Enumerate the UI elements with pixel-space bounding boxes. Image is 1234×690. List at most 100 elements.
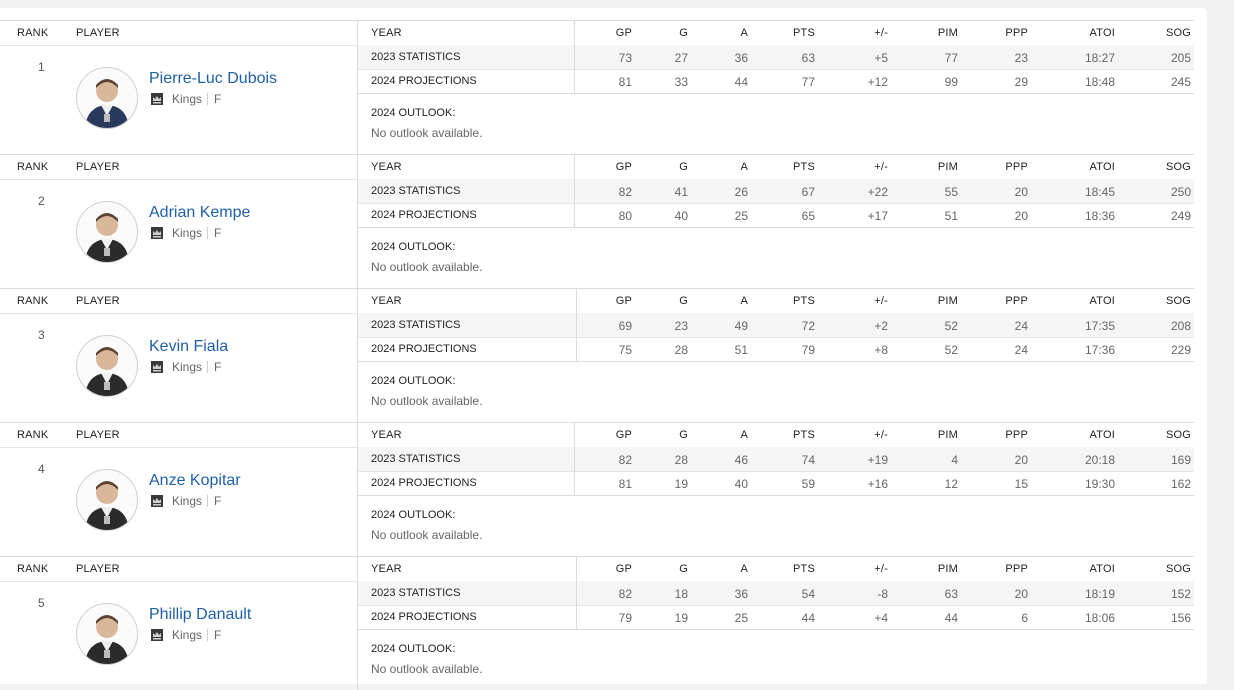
- stat-value: 82: [618, 587, 632, 601]
- stats-header-row: YEAR GP G A PTS +/- PIM PPP ATOI SOG: [358, 154, 1194, 180]
- stat-header: +/-: [874, 429, 888, 441]
- stat-value: 54: [801, 587, 815, 601]
- stat-value: 49: [734, 319, 748, 333]
- stat-value: +22: [867, 185, 888, 199]
- stat-value: 18:36: [1084, 209, 1115, 223]
- stat-value: 33: [674, 75, 688, 89]
- stats-header-row: YEAR GP G A PTS +/- PIM PPP ATOI SOG: [358, 20, 1194, 46]
- stat-header: SOG: [1165, 27, 1191, 39]
- player-headshot-icon[interactable]: [76, 201, 138, 263]
- scrollbar-track[interactable]: [1208, 8, 1234, 684]
- player-headshot-icon[interactable]: [76, 469, 138, 531]
- stat-value: 20: [1014, 209, 1028, 223]
- stat-header: GP: [615, 295, 632, 307]
- stat-header: PPP: [1005, 27, 1028, 39]
- player-name-link[interactable]: Adrian Kempe: [149, 204, 250, 222]
- team-name: Kings: [172, 494, 203, 508]
- stat-value: 59: [801, 477, 815, 491]
- stat-value: 20: [1014, 453, 1028, 467]
- stat-value: 205: [1170, 51, 1191, 65]
- position: F: [214, 494, 222, 508]
- divider: [207, 227, 208, 239]
- position: F: [214, 360, 222, 374]
- player-headshot-icon[interactable]: [76, 603, 138, 665]
- stats-table: YEAR GP G A PTS +/- PIM PPP ATOI SOG 2023 STATISTI…: [358, 20, 1194, 154]
- rank-value: 1: [38, 60, 45, 74]
- stat-value: 51: [734, 343, 748, 357]
- stat-value: 18: [674, 587, 688, 601]
- stat-header: PTS: [793, 27, 815, 39]
- stat-value: 73: [618, 51, 632, 65]
- stat-row-label: 2024 PROJECTIONS: [371, 343, 477, 355]
- outlook-label: 2024 OUTLOOK:: [371, 375, 456, 387]
- stat-value: 81: [618, 477, 632, 491]
- player-name-link[interactable]: Pierre-Luc Dubois: [149, 70, 277, 88]
- stat-header: PIM: [937, 295, 958, 307]
- stat-value: -8: [877, 587, 888, 601]
- player-name-link[interactable]: Phillip Danault: [149, 606, 251, 624]
- stat-header: A: [740, 563, 748, 575]
- stat-row: 2023 STATISTICS 82 41 26 67 +22 55 20 18:45 250: [358, 179, 1194, 204]
- stat-value: 28: [674, 453, 688, 467]
- stat-row: 2023 STATISTICS 82 18 36 54 -8 63 20 18:19 152: [358, 581, 1194, 606]
- stat-row-label: 2024 PROJECTIONS: [371, 75, 477, 87]
- stat-value: 18:45: [1084, 185, 1115, 199]
- stat-value: 40: [734, 477, 748, 491]
- outlook-text: No outlook available.: [371, 260, 483, 274]
- outlook-text: No outlook available.: [371, 394, 483, 408]
- outlook-label: 2024 OUTLOOK:: [371, 509, 456, 521]
- stat-row-label: 2024 PROJECTIONS: [371, 477, 477, 489]
- stats-header-row: YEAR GP G A PTS +/- PIM PPP ATOI SOG: [358, 288, 1194, 314]
- stat-value: 20: [1014, 185, 1028, 199]
- stat-value: 82: [618, 185, 632, 199]
- stat-header: PTS: [793, 161, 815, 173]
- column-divider: [576, 288, 577, 361]
- stat-value: +4: [874, 611, 888, 625]
- player-headshot-icon[interactable]: [76, 335, 138, 397]
- stat-value: 55: [944, 185, 958, 199]
- year-header: YEAR: [371, 161, 402, 173]
- player-info-cell: RANK PLAYER 1 Pierre-Luc Dubois Kings F: [0, 20, 358, 154]
- player-name-link[interactable]: Anze Kopitar: [149, 472, 241, 490]
- stat-header: SOG: [1165, 563, 1191, 575]
- player-info-cell: RANK PLAYER 2 Adrian Kempe Kings F: [0, 154, 358, 288]
- year-header: YEAR: [371, 295, 402, 307]
- stat-value: 36: [734, 51, 748, 65]
- stat-value: 19: [674, 611, 688, 625]
- stat-value: 77: [944, 51, 958, 65]
- rank-header: RANK: [17, 27, 49, 39]
- stat-header: PIM: [937, 429, 958, 441]
- stat-value: 152: [1170, 587, 1191, 601]
- kings-crown-logo-icon: [151, 629, 163, 641]
- stat-header: PIM: [937, 161, 958, 173]
- stat-header: PIM: [937, 27, 958, 39]
- stat-header: SOG: [1165, 295, 1191, 307]
- stat-header: PPP: [1005, 563, 1028, 575]
- stat-row-label: 2023 STATISTICS: [371, 453, 461, 465]
- stat-value: 28: [674, 343, 688, 357]
- stat-header: PTS: [793, 563, 815, 575]
- stat-row: 2023 STATISTICS 73 27 36 63 +5 77 23 18:27 205: [358, 45, 1194, 70]
- stat-header: ATOI: [1089, 295, 1115, 307]
- stat-row: 2024 PROJECTIONS 75 28 51 79 +8 52 24 17:36 229: [358, 337, 1194, 362]
- stat-value: 6: [1021, 611, 1028, 625]
- stat-value: 19: [674, 477, 688, 491]
- stat-value: 24: [1014, 319, 1028, 333]
- rank-header: RANK: [17, 295, 49, 307]
- rank-header: RANK: [17, 161, 49, 173]
- position: F: [214, 226, 222, 240]
- stat-value: 29: [1014, 75, 1028, 89]
- outlook-label: 2024 OUTLOOK:: [371, 643, 456, 655]
- player-row: RANK PLAYER 3 Kevin Fiala Kings F YEAR GP…: [0, 288, 1207, 422]
- stat-row: 2024 PROJECTIONS 81 33 44 77 +12 99 29 18:48 245: [358, 69, 1194, 94]
- stat-value: 17:36: [1084, 343, 1115, 357]
- stat-header: A: [740, 295, 748, 307]
- stat-value: 23: [674, 319, 688, 333]
- player-header: PLAYER: [76, 429, 120, 441]
- stat-value: 81: [618, 75, 632, 89]
- stat-header: GP: [615, 161, 632, 173]
- player-headshot-icon[interactable]: [76, 67, 138, 129]
- stat-header: PTS: [793, 295, 815, 307]
- player-name-link[interactable]: Kevin Fiala: [149, 338, 228, 356]
- stat-value: 208: [1170, 319, 1191, 333]
